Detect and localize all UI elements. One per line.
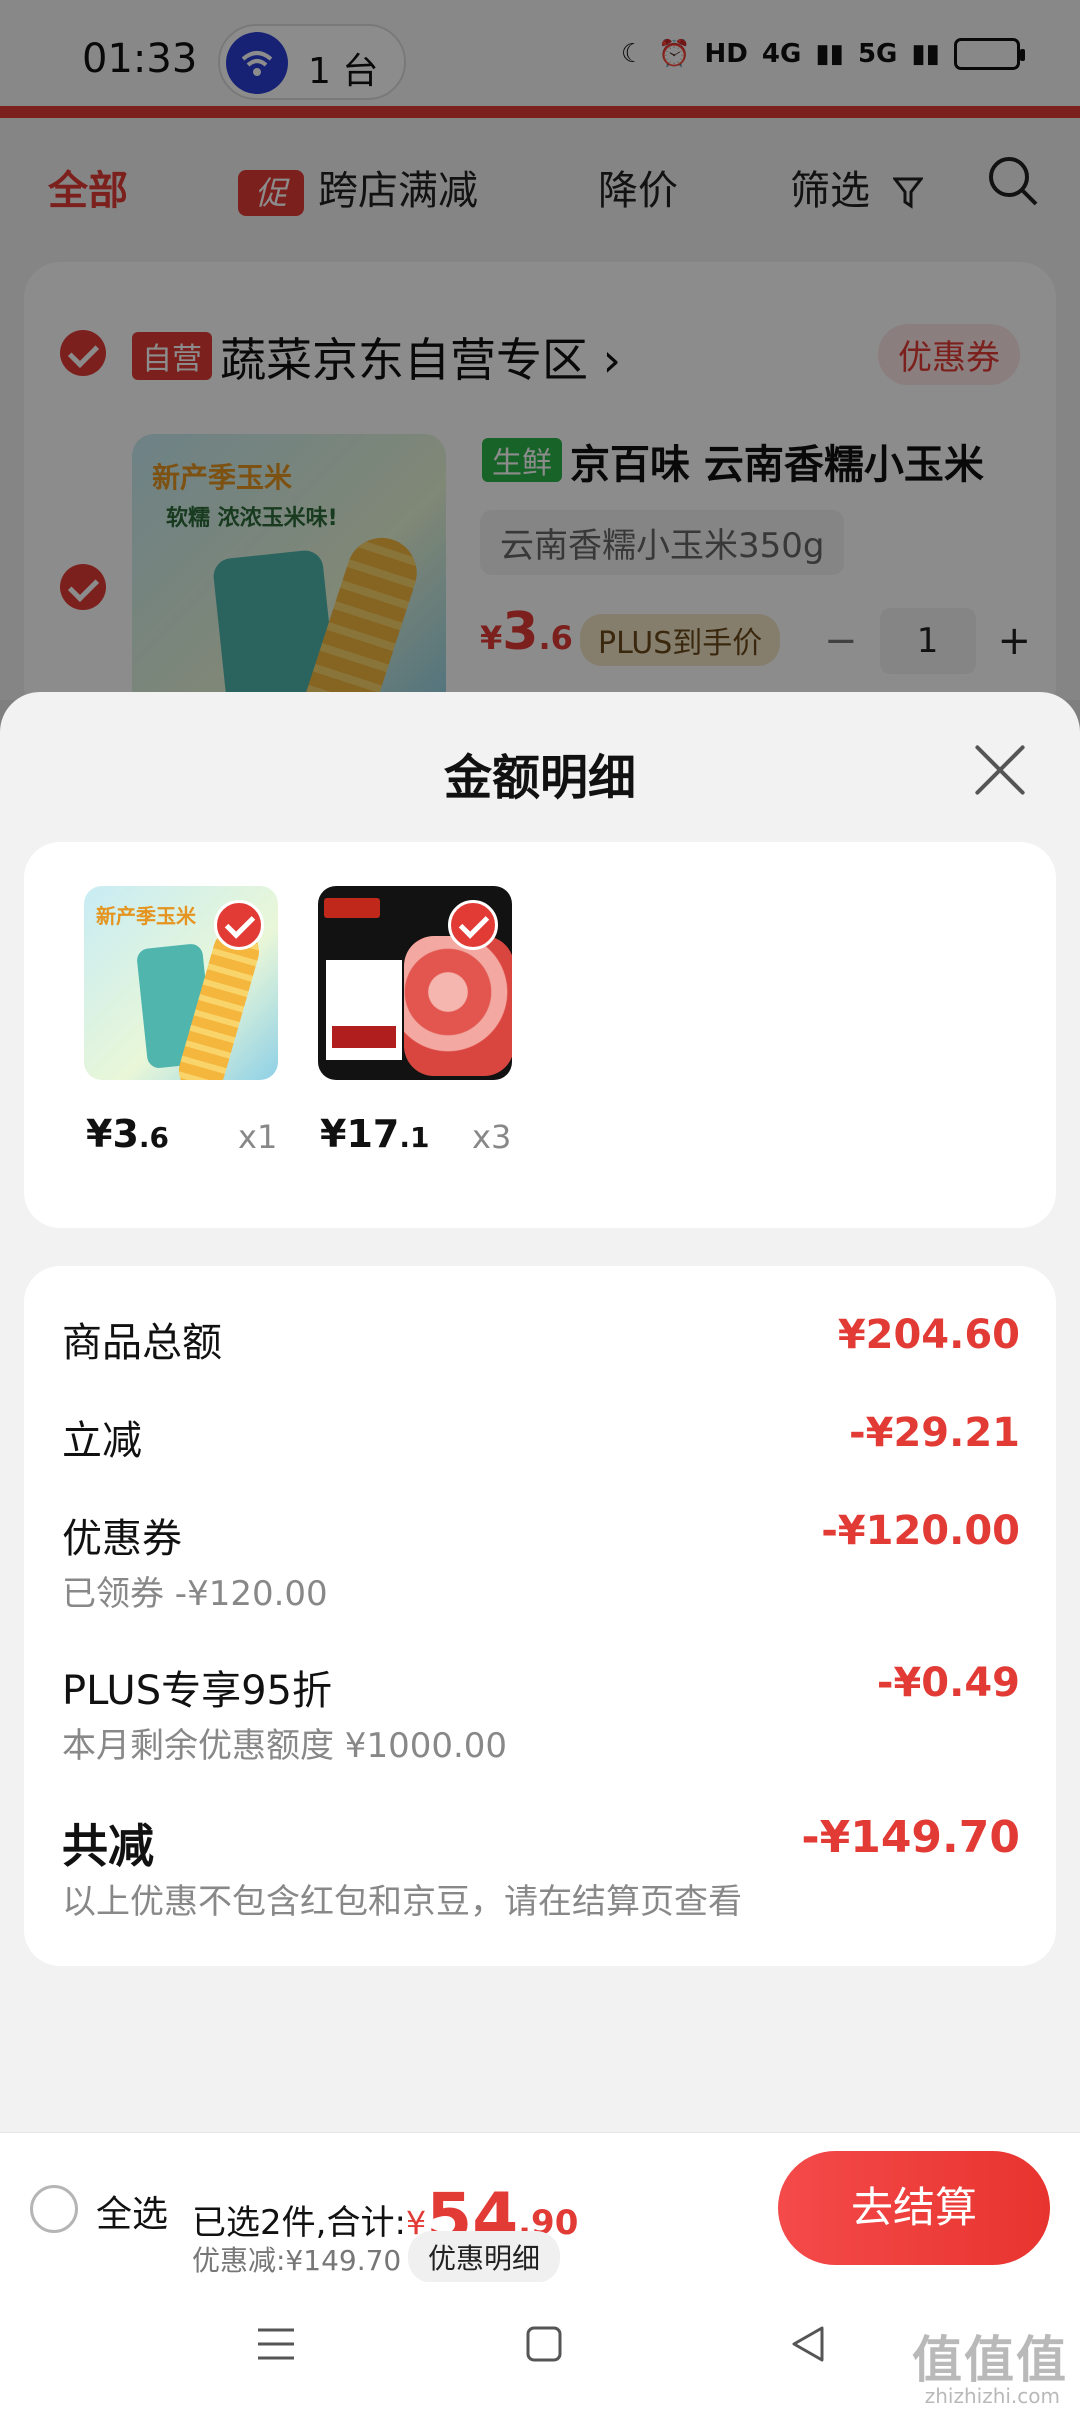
home-icon[interactable] bbox=[522, 2322, 566, 2366]
selected-count: 已选2件,合计: bbox=[192, 2203, 406, 2243]
item-price: ¥3.6 bbox=[86, 1112, 169, 1156]
check-icon bbox=[214, 900, 264, 950]
close-icon[interactable] bbox=[970, 740, 1030, 800]
back-icon[interactable] bbox=[786, 2322, 830, 2366]
item-price-int: ¥17 bbox=[320, 1112, 400, 1156]
row-sub-total-discount: 以上优惠不包含红包和京豆，请在结算页查看 bbox=[62, 1882, 742, 1922]
row-value-total-discount: -¥149.70 bbox=[801, 1812, 1020, 1863]
item-thumbnail-corn[interactable]: 新产季玉米 bbox=[84, 886, 278, 1080]
row-label-coupon: 优惠券 bbox=[62, 1516, 182, 1562]
selected-items-card: 新产季玉米 ¥3.6 x1 ¥17.1 x3 bbox=[24, 842, 1056, 1228]
discount-detail-button[interactable]: 优惠明细 bbox=[408, 2231, 561, 2283]
item-thumbnail-beef[interactable] bbox=[318, 886, 512, 1080]
row-value-instant-discount: -¥29.21 bbox=[849, 1410, 1020, 1456]
watermark: 值值值 bbox=[912, 2331, 1068, 2389]
row-label-total-discount: 共减 bbox=[62, 1819, 154, 1873]
package-label bbox=[326, 960, 402, 1060]
check-icon bbox=[448, 900, 498, 950]
select-all-label[interactable]: 全选 bbox=[96, 2185, 168, 2237]
item-price-int: ¥3 bbox=[86, 1112, 139, 1156]
thumb-image-text: 新产季玉米 bbox=[96, 904, 196, 928]
row-label-plus: PLUS专享95折 bbox=[62, 1668, 332, 1714]
sheet-title: 金额明细 bbox=[443, 750, 636, 806]
brand-badge bbox=[324, 898, 380, 918]
amount-detail-sheet: 金额明细 新产季玉米 ¥3.6 x1 ¥17.1 x3 商品总额 ¥204.60… bbox=[0, 692, 1080, 2132]
amount-breakdown-card: 商品总额 ¥204.60 立减 -¥29.21 优惠券 已领券 -¥120.00… bbox=[24, 1266, 1056, 1966]
item-price-dec: .1 bbox=[399, 1121, 430, 1154]
watermark-url: zhizhizhi.com bbox=[924, 2384, 1060, 2408]
checkout-button[interactable]: 去结算 bbox=[778, 2151, 1050, 2265]
discount-summary: 优惠减:¥149.70 bbox=[192, 2244, 402, 2277]
item-price: ¥17.1 bbox=[320, 1112, 429, 1156]
item-qty: x1 bbox=[238, 1118, 278, 1156]
beef-roll bbox=[404, 936, 512, 1076]
row-label-subtotal: 商品总额 bbox=[62, 1320, 222, 1366]
row-label-instant-discount: 立减 bbox=[62, 1418, 142, 1464]
select-all-checkbox[interactable] bbox=[30, 2185, 78, 2233]
row-value-coupon: -¥120.00 bbox=[821, 1508, 1020, 1554]
item-qty: x3 bbox=[472, 1118, 512, 1156]
modal-overlay[interactable] bbox=[0, 0, 1080, 700]
row-sub-plus: 本月剩余优惠额度 ¥1000.00 bbox=[62, 1726, 508, 1766]
menu-icon[interactable] bbox=[254, 2322, 298, 2366]
row-value-plus: -¥0.49 bbox=[876, 1660, 1020, 1706]
checkout-bar: 全选 已选2件,合计:¥54.90 优惠减:¥149.70 优惠明细 去结算 bbox=[0, 2132, 1080, 2283]
row-sub-coupon: 已领券 -¥120.00 bbox=[62, 1574, 328, 1614]
row-value-subtotal: ¥204.60 bbox=[837, 1312, 1020, 1358]
item-price-dec: .6 bbox=[138, 1121, 170, 1154]
